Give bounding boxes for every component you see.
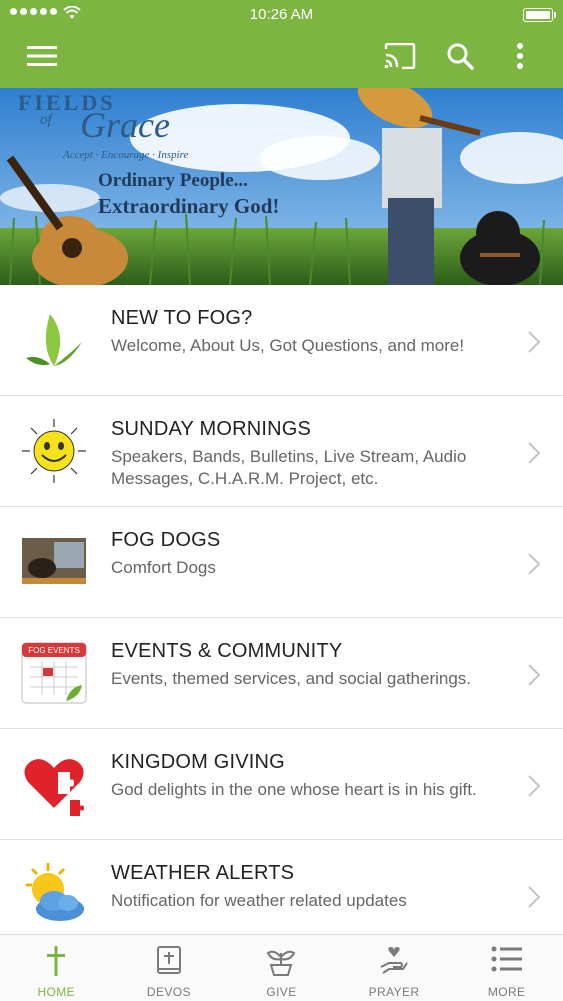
cast-icon[interactable]: [382, 38, 418, 74]
item-title: NEW TO FOG?: [111, 307, 253, 329]
item-title: EVENTS & COMMUNITY: [111, 640, 343, 662]
banner-line2: Extraordinary God!: [98, 194, 280, 218]
chevron-right-icon: [528, 886, 541, 908]
item-title: KINGDOM GIVING: [111, 751, 285, 773]
item-title: WEATHER ALERTS: [111, 862, 295, 884]
praying-hands-icon: [380, 947, 408, 974]
dog-photo-icon: [20, 528, 88, 596]
chevron-right-icon: [528, 775, 541, 797]
item-subtitle: Welcome, About Us, Got Questions, and mo…: [111, 336, 465, 355]
item-subtitle: Notification for weather related updates: [111, 891, 407, 910]
tab-prayer[interactable]: PRAYER: [338, 935, 451, 1001]
item-subtitle: God delights in the one whose heart is i…: [111, 780, 477, 799]
list-item-kingdom-giving[interactable]: KINGDOM GIVING God delights in the one w…: [0, 729, 563, 840]
banner-line1: Ordinary People...: [98, 170, 248, 191]
sun-cloud-icon: [20, 861, 88, 929]
chevron-right-icon: [528, 331, 541, 353]
bible-icon: [156, 946, 181, 974]
cross-icon: [47, 946, 66, 976]
calendar-label: FOG EVENTS: [28, 646, 80, 655]
item-title: SUNDAY MORNINGS: [111, 418, 312, 440]
status-bar: 10:26 AM: [0, 0, 563, 30]
search-icon[interactable]: [442, 38, 478, 74]
chevron-right-icon: [528, 442, 541, 464]
tab-label: HOME: [37, 985, 76, 999]
tab-home[interactable]: HOME: [0, 935, 113, 1001]
item-subtitle: Events, themed services, and social gath…: [111, 669, 472, 688]
banner-tagline: Accept · Encourage · Inspire: [63, 149, 189, 161]
list-item-new-to-fog[interactable]: NEW TO FOG? Welcome, About Us, Got Quest…: [0, 285, 563, 396]
status-time: 10:26 AM: [249, 6, 314, 23]
item-subtitle: Comfort Dogs: [111, 558, 216, 577]
tab-label: MORE: [487, 985, 526, 999]
tab-label: PRAYER: [368, 985, 420, 999]
header-banner: FIELDS of Grace Accept · Encourage · Ins…: [0, 88, 563, 285]
list-item-fog-dogs[interactable]: FOG DOGS Comfort Dogs: [0, 507, 563, 618]
banner-logo-grace: Grace: [80, 105, 170, 145]
bottom-tab-bar: HOME DEVOS GIVE PRAYER MORE: [0, 934, 563, 1001]
banner-logo-of: of: [40, 112, 52, 128]
more-vertical-icon[interactable]: [502, 38, 538, 74]
tab-label: GIVE: [266, 985, 297, 999]
tab-give[interactable]: GIVE: [225, 935, 338, 1001]
item-title: FOG DOGS: [111, 529, 221, 551]
tab-more[interactable]: MORE: [450, 935, 563, 1001]
battery-icon: [523, 8, 556, 22]
leaf-icon: [20, 306, 88, 374]
list-item-events-community[interactable]: FOG EVENTS EVENTS & COMMUNITY Events, th…: [0, 618, 563, 729]
hamburger-menu-icon[interactable]: [24, 38, 60, 74]
calendar-icon: FOG EVENTS: [20, 639, 88, 707]
list-item-sunday-mornings[interactable]: SUNDAY MORNINGS Speakers, Bands, Bulleti…: [0, 396, 563, 507]
heart-puzzle-icon: [20, 750, 88, 818]
chevron-right-icon: [528, 664, 541, 686]
chevron-right-icon: [528, 553, 541, 575]
list-icon: [491, 946, 522, 972]
tab-label: DEVOS: [146, 985, 191, 999]
item-subtitle: Speakers, Bands, Bulletins, Live Stream,…: [111, 447, 467, 488]
tab-devos[interactable]: DEVOS: [113, 935, 226, 1001]
app-bar: 10:26 AM: [0, 0, 563, 88]
sun-smiley-icon: [20, 417, 88, 485]
menu-list: NEW TO FOG? Welcome, About Us, Got Quest…: [0, 285, 563, 951]
plant-icon: [267, 950, 296, 976]
